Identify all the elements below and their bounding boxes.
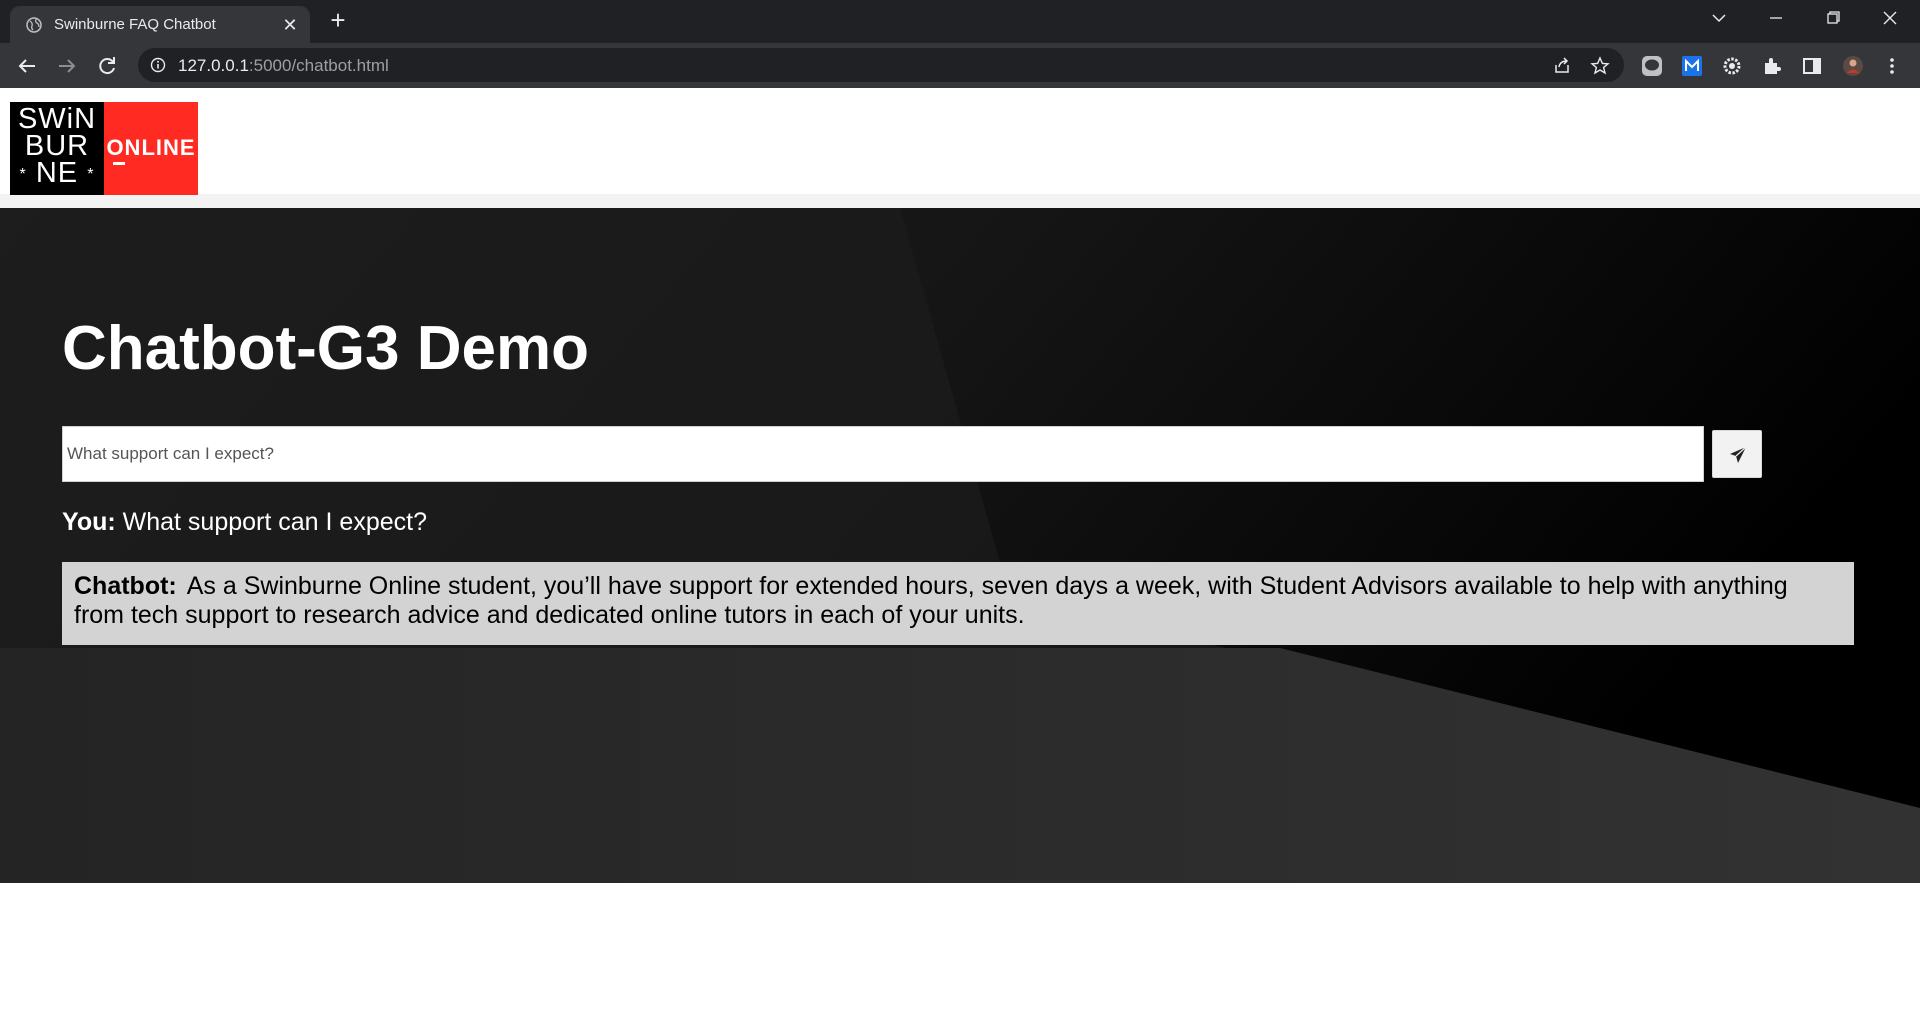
question-input-wrapper (62, 426, 1704, 482)
bot-message-text: As a Swinburne Online student, you’ll ha… (74, 572, 1788, 629)
browser-tab[interactable]: Swinburne FAQ Chatbot ✕ (10, 6, 310, 43)
site-header (0, 88, 1920, 194)
chat-hero-section: Chatbot-G3 Demo You: What support can I … (0, 208, 1920, 883)
send-button[interactable] (1712, 430, 1762, 478)
url-path: :5000/chatbot.html (248, 56, 389, 75)
browser-toolbar: 127.0.0.1:5000/chatbot.html (0, 43, 1920, 88)
user-message-text: What support can I expect? (122, 508, 427, 536)
close-window-icon[interactable] (1875, 6, 1905, 30)
header-divider (0, 194, 1920, 208)
logo-line-3: * NE * (19, 157, 95, 189)
user-message: You: What support can I expect? (62, 508, 427, 537)
logo-online-text: ONLINE (106, 135, 196, 160)
globe-icon (26, 17, 42, 33)
paper-plane-icon (1730, 446, 1747, 463)
bookmark-star-icon[interactable] (1590, 56, 1610, 76)
tab-search-icon[interactable] (1704, 6, 1734, 30)
close-tab-icon[interactable]: ✕ (280, 15, 300, 35)
user-label: You: (62, 508, 116, 536)
gear-extension-icon[interactable] (1721, 55, 1743, 77)
logo-line-2: BUR (24, 130, 90, 162)
tab-title: Swinburne FAQ Chatbot (54, 16, 216, 33)
logo-dash (113, 162, 125, 165)
page-title: Chatbot-G3 Demo (62, 314, 589, 383)
logo-line-1: SWiN (17, 103, 97, 135)
restore-icon[interactable] (1818, 6, 1848, 30)
browser-tab-bar: Swinburne FAQ Chatbot ✕ + (0, 0, 1920, 43)
logo-online-panel: ONLINE (104, 102, 198, 195)
profile-avatar-icon[interactable] (1842, 55, 1864, 77)
hero-background (0, 208, 1920, 883)
forward-arrow-icon[interactable] (53, 52, 81, 80)
line-extension-icon[interactable] (1641, 55, 1663, 77)
menu-kebab-icon[interactable] (1881, 55, 1903, 77)
site-info-icon[interactable] (150, 57, 166, 73)
bot-response: Chatbot: As a Swinburne Online student, y… (62, 562, 1854, 645)
url-text: 127.0.0.1:5000/chatbot.html (178, 56, 389, 76)
m-extension-icon[interactable] (1681, 55, 1703, 77)
side-panel-icon[interactable] (1801, 55, 1823, 77)
question-input[interactable] (63, 427, 1703, 481)
reload-icon[interactable] (93, 52, 121, 80)
back-arrow-icon[interactable] (13, 52, 41, 80)
swinburne-online-logo[interactable]: SWiN BUR * NE * ONLINE (10, 102, 198, 195)
logo-wordmark-panel: SWiN BUR * NE * (10, 102, 104, 195)
address-bar[interactable]: 127.0.0.1:5000/chatbot.html (138, 48, 1624, 82)
url-host: 127.0.0.1 (178, 56, 249, 75)
minimize-icon[interactable] (1761, 6, 1791, 30)
bot-label: Chatbot: (74, 572, 177, 600)
new-tab-button[interactable]: + (326, 7, 350, 33)
extensions-puzzle-icon[interactable] (1761, 55, 1783, 77)
share-icon[interactable] (1552, 56, 1572, 76)
